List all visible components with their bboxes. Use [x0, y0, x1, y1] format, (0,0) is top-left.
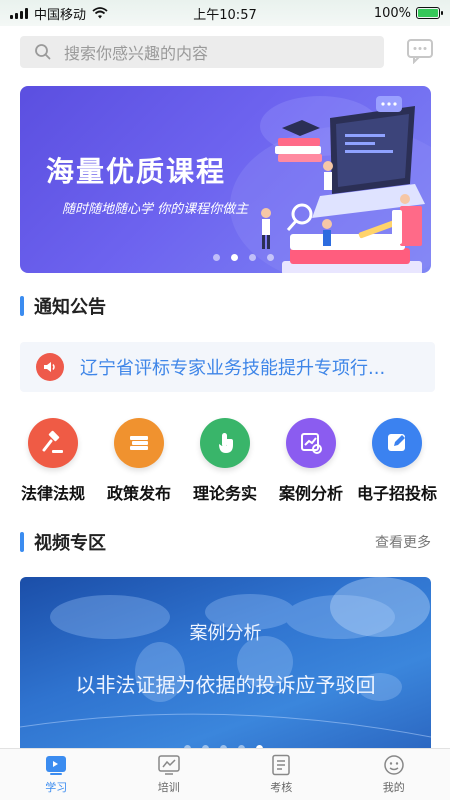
notice-text: 辽宁省评标专家业务技能提升专项行...: [80, 358, 386, 379]
category-laws[interactable]: 法律法规: [10, 418, 96, 504]
section-accent-bar: [20, 296, 24, 316]
notice-section-title: 通知公告: [34, 297, 106, 318]
wifi-icon: [92, 7, 108, 19]
category-label: 电子招投标: [356, 484, 437, 503]
banner-pagination-dot[interactable]: [267, 254, 274, 261]
search-placeholder: 搜索你感兴趣的内容: [64, 44, 209, 63]
study-icon: [46, 756, 67, 775]
battery-percent: 100%: [373, 5, 411, 21]
clock: 上午10:57: [193, 7, 257, 23]
category-label: 政策发布: [106, 484, 171, 503]
view-more-link[interactable]: 查看更多: [375, 532, 431, 552]
status-bar: 中国移动 上午10:57 100%: [0, 0, 450, 26]
search-input[interactable]: 搜索你感兴趣的内容: [20, 36, 384, 68]
tab-profile[interactable]: 我的: [338, 749, 450, 800]
video-card[interactable]: 案例分析 以非法证据为依据的投诉应予驳回: [20, 577, 431, 752]
notice-bar[interactable]: 辽宁省评标专家业务技能提升专项行...: [20, 342, 435, 392]
category-theory[interactable]: 理论务实: [182, 418, 268, 504]
banner-title: 海量优质课程: [46, 155, 227, 188]
tab-exam[interactable]: 考核: [225, 749, 338, 800]
banner-pagination-dot[interactable]: [213, 254, 220, 261]
video-card-subtitle: 以非法证据为依据的投诉应予驳回: [75, 673, 376, 697]
message-icon[interactable]: [406, 38, 434, 64]
tab-label: 培训: [157, 781, 180, 794]
search-icon: [35, 44, 51, 60]
bottom-tab-bar: 学习 培训 考核 我的: [0, 748, 450, 800]
tab-label: 学习: [45, 781, 68, 794]
cell-signal-icon: [10, 7, 28, 19]
category-label: 理论务实: [192, 484, 257, 503]
exam-icon: [272, 754, 290, 776]
banner-pagination-dot[interactable]: [231, 254, 238, 261]
banner-subtitle: 随时随地随心学 你的课程你做主: [62, 202, 249, 217]
touch-icon: [200, 418, 250, 468]
search-row: 搜索你感兴趣的内容: [20, 32, 440, 72]
edit-icon: [372, 418, 422, 468]
carrier-name: 中国移动: [34, 7, 87, 23]
tab-label: 考核: [270, 781, 293, 794]
category-label: 法律法规: [20, 484, 85, 503]
training-icon: [158, 755, 180, 775]
world-map-background: [20, 577, 431, 738]
video-section-header: 视频专区 查看更多: [20, 528, 431, 556]
notice-section-header: 通知公告: [20, 292, 431, 320]
gavel-icon: [28, 418, 78, 468]
tab-study[interactable]: 学习: [0, 749, 113, 800]
category-policy[interactable]: 政策发布: [96, 418, 182, 504]
video-section-title: 视频专区: [34, 533, 106, 554]
category-e-bidding[interactable]: 电子招投标: [354, 418, 440, 504]
category-cases[interactable]: 案例分析: [268, 418, 354, 504]
profile-icon: [384, 755, 404, 775]
tab-training[interactable]: 培训: [113, 749, 226, 800]
chart-icon: [286, 418, 336, 468]
tab-label: 我的: [382, 781, 405, 794]
promo-banner[interactable]: 海量优质课程 随时随地随心学 你的课程你做主: [20, 86, 431, 273]
category-label: 案例分析: [278, 484, 343, 503]
category-grid: 法律法规 政策发布 理论务实 案例分析 电子招投标: [10, 418, 440, 504]
section-accent-bar: [20, 532, 24, 552]
battery-icon: [416, 7, 443, 19]
speaker-icon: [36, 353, 64, 381]
banner-pagination[interactable]: [213, 254, 274, 261]
books-icon: [114, 418, 164, 468]
video-card-title: 案例分析: [189, 623, 262, 644]
banner-pagination-dot[interactable]: [249, 254, 256, 261]
